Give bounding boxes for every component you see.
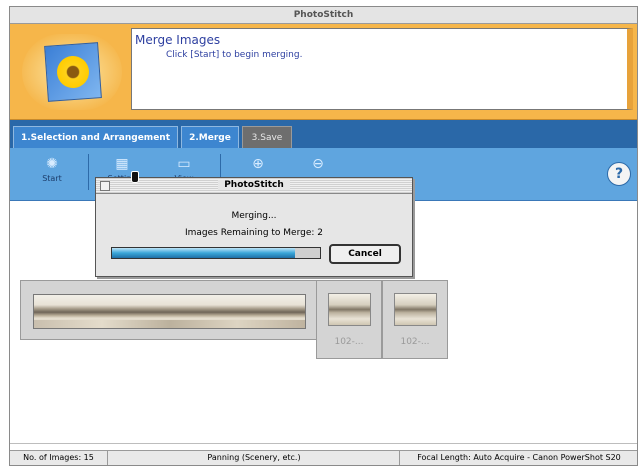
message-text: Click [Start] to begin merging. (166, 50, 303, 60)
start-label: Start (42, 174, 62, 183)
status-focal-length: Focal Length: Auto Acquire - Canon Power… (399, 451, 638, 465)
thumbnail-label: 102-... (334, 337, 364, 347)
images-remaining-text: Images Remaining to Merge: 2 (185, 228, 323, 238)
message-box: Merge Images Click [Start] to begin merg… (131, 28, 633, 110)
dialog-title-bar: PhotoStitch (96, 178, 412, 194)
dialog-title: PhotoStitch (218, 180, 290, 190)
toolbar-divider (88, 154, 89, 190)
merge-progress-dialog: PhotoStitch Merging... Images Remaining … (95, 177, 413, 277)
merging-status-text: Merging... (231, 211, 277, 221)
merge-progress-bar (111, 247, 321, 259)
tab-selection-arrangement[interactable]: 1.Selection and Arrangement (13, 126, 178, 148)
flower-photo-icon (44, 42, 102, 102)
tab-merge[interactable]: 2.Merge (181, 126, 239, 148)
thumbnail-label: 102-... (400, 337, 430, 347)
status-bar: No. of Images: 15 Panning (Scenery, etc.… (10, 443, 638, 465)
start-merge-icon: ✺ (46, 156, 58, 172)
progress-fill (112, 248, 296, 258)
merged-panorama-strip[interactable] (20, 280, 318, 340)
tab-save: 3.Save (242, 126, 292, 148)
zoom-out-icon: ⊖ (312, 156, 324, 172)
status-mode: Panning (Scenery, etc.) (107, 451, 400, 465)
panorama-image (33, 294, 306, 329)
image-thumbnail[interactable]: 102-... (382, 280, 448, 359)
start-button[interactable]: ✺ Start (30, 154, 74, 194)
view-icon: ▭ (177, 156, 191, 172)
thumbnail-image (394, 293, 437, 326)
image-thumbnail[interactable]: 102-... (316, 280, 382, 359)
zoom-in-icon: ⊕ (252, 156, 264, 172)
step-tabs: 1.Selection and Arrangement 2.Merge 3.Sa… (10, 120, 637, 148)
message-title: Merge Images (135, 33, 221, 47)
status-image-count: No. of Images: 15 (23, 453, 94, 462)
photostitch-logo (22, 34, 122, 110)
cancel-button[interactable]: Cancel (329, 244, 401, 264)
window-title-bar: PhotoStitch (10, 7, 637, 24)
mouse-cursor-icon (131, 171, 139, 183)
dialog-close-box[interactable] (100, 181, 110, 191)
thumbnail-image (328, 293, 371, 326)
help-button[interactable]: ? (607, 162, 631, 186)
header-panel: Merge Images Click [Start] to begin merg… (10, 24, 637, 120)
